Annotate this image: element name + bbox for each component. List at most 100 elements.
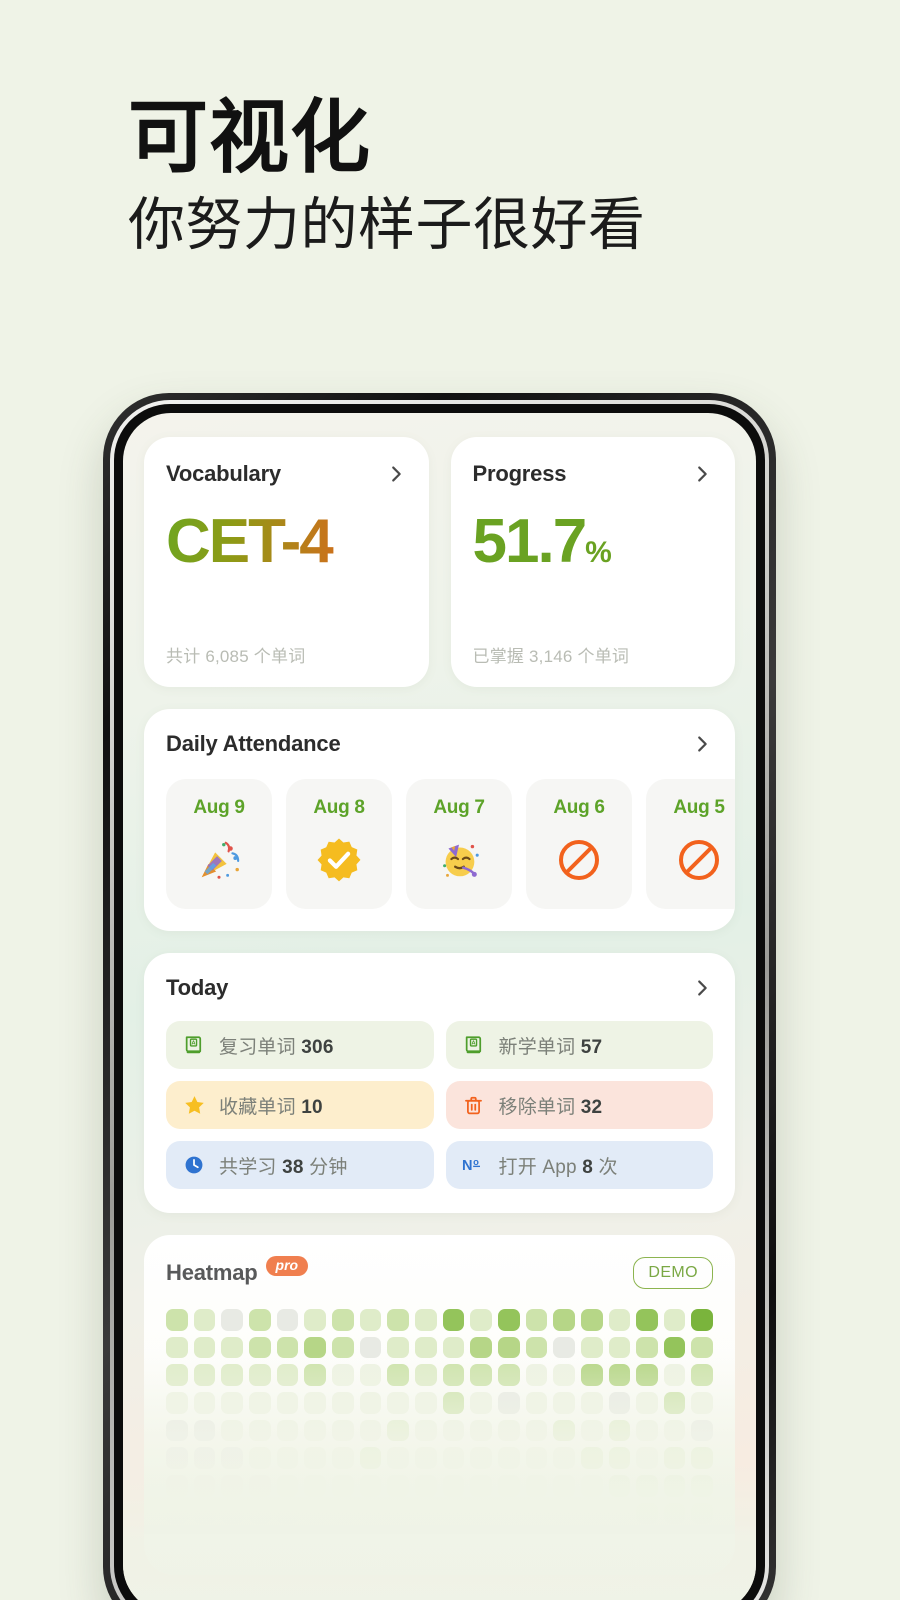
heatmap-cell xyxy=(442,1336,465,1359)
heatmap-cell xyxy=(470,1502,492,1525)
chevron-right-icon[interactable] xyxy=(385,463,407,485)
heatmap-cell xyxy=(553,1419,575,1442)
heatmap-cell xyxy=(470,1336,492,1359)
heatmap-cell xyxy=(691,1391,714,1414)
demo-button[interactable]: DEMO xyxy=(633,1257,713,1289)
heatmap-cell xyxy=(580,1419,603,1442)
heatmap-cell xyxy=(248,1391,271,1414)
page-subtitle: 你努力的样子很好看 xyxy=(128,193,646,257)
heatmap-cell xyxy=(414,1419,437,1442)
daily-attendance-card[interactable]: Daily Attendance Aug 9 Aug 8 Aug 7 Aug 6 Aug… xyxy=(144,709,735,931)
attendance-day-4[interactable]: Aug 6 xyxy=(526,779,632,909)
heatmap-cell xyxy=(414,1391,437,1414)
heatmap-cell xyxy=(442,1502,465,1525)
green-book-icon: A xyxy=(462,1033,486,1057)
today-stat-text: 新学单词 57 xyxy=(498,1036,603,1058)
heatmap-cell xyxy=(608,1419,631,1442)
heatmap-cell xyxy=(414,1502,437,1525)
svg-text:A: A xyxy=(471,1040,476,1046)
heatmap-cell xyxy=(387,1419,409,1442)
heatmap-cell xyxy=(248,1502,271,1525)
heatmap-cell xyxy=(580,1447,603,1469)
heatmap-cell xyxy=(276,1336,299,1359)
today-stat-text: 收藏单词 10 xyxy=(219,1096,323,1118)
chevron-right-icon[interactable] xyxy=(691,733,713,755)
chevron-right-icon[interactable] xyxy=(691,463,713,485)
heatmap-cell xyxy=(166,1419,188,1442)
heatmap-cell xyxy=(580,1474,603,1497)
heatmap-cell xyxy=(636,1502,658,1525)
heatmap-grid xyxy=(166,1309,714,1525)
vocabulary-card-footnote: 共计 6,085 个单词 xyxy=(166,647,306,666)
attendance-day-2[interactable]: Aug 8 xyxy=(286,779,392,909)
heatmap-cell xyxy=(553,1309,575,1331)
heatmap-cell xyxy=(166,1309,188,1331)
progress-unit: % xyxy=(585,536,612,569)
heatmap-cell xyxy=(248,1364,271,1386)
heatmap-cell xyxy=(166,1391,188,1414)
heatmap-cell xyxy=(304,1391,326,1414)
attendance-day-1[interactable]: Aug 9 xyxy=(166,779,272,909)
attendance-day-list[interactable]: Aug 9 Aug 8 Aug 7 Aug 6 Aug 5 xyxy=(166,779,735,909)
heatmap-cell xyxy=(636,1391,658,1414)
heatmap-cell xyxy=(470,1309,492,1331)
heatmap-cell xyxy=(553,1502,575,1525)
progress-value-row: 51.7% xyxy=(473,511,714,573)
daily-attendance-title: Daily Attendance xyxy=(166,731,341,756)
heatmap-cell xyxy=(442,1447,465,1469)
attendance-day-5[interactable]: Aug 5 xyxy=(646,779,735,909)
heatmap-cell xyxy=(636,1309,658,1331)
heatmap-cell xyxy=(359,1391,382,1414)
attendance-day-label: Aug 6 xyxy=(553,797,605,818)
heatmap-cell xyxy=(497,1502,520,1525)
heatmap-cell xyxy=(442,1364,465,1386)
heatmap-cell xyxy=(387,1502,409,1525)
heatmap-cell xyxy=(221,1447,243,1469)
heatmap-cell xyxy=(221,1336,243,1359)
vocabulary-card[interactable]: Vocabulary CET-4 共计 6,085 个单词 xyxy=(144,437,429,687)
heatmap-cell xyxy=(442,1419,465,1442)
progress-card[interactable]: Progress 51.7% 已掌握 3,146 个单词 xyxy=(450,437,735,687)
heatmap-cell xyxy=(553,1474,575,1497)
heatmap-cell xyxy=(525,1364,548,1386)
heatmap-cell xyxy=(414,1364,437,1386)
heatmap-cell xyxy=(331,1364,354,1386)
heatmap-cell xyxy=(608,1447,631,1469)
heatmap-cell xyxy=(663,1391,686,1414)
svg-text:o: o xyxy=(473,1156,479,1167)
heatmap-cell xyxy=(608,1336,631,1359)
heatmap-cell xyxy=(387,1309,409,1331)
attendance-day-3[interactable]: Aug 7 xyxy=(406,779,512,909)
heatmap-cell xyxy=(525,1419,548,1442)
heatmap-cell xyxy=(636,1336,658,1359)
heatmap-cell xyxy=(166,1364,188,1386)
heatmap-card[interactable]: Heatmap pro DEMO xyxy=(144,1235,735,1575)
party-popper-icon xyxy=(194,835,244,885)
heatmap-cell xyxy=(525,1336,548,1359)
heatmap-cell xyxy=(553,1447,575,1469)
heatmap-cell xyxy=(331,1336,354,1359)
heatmap-cell xyxy=(470,1474,492,1497)
today-card[interactable]: Today A 复习单词 306 A 新学单词 57 收藏单词 10 移除单词 32 共学习… xyxy=(144,953,735,1213)
heatmap-cell xyxy=(497,1419,520,1442)
heatmap-cell xyxy=(248,1447,271,1469)
heatmap-cell xyxy=(248,1336,271,1359)
heatmap-cell xyxy=(497,1364,520,1386)
pro-badge: pro xyxy=(265,1256,309,1277)
heatmap-cell xyxy=(691,1474,714,1497)
heatmap-cell xyxy=(387,1474,409,1497)
heatmap-cell xyxy=(387,1391,409,1414)
heatmap-cell xyxy=(276,1391,299,1414)
heatmap-cell xyxy=(636,1474,658,1497)
heatmap-cell xyxy=(470,1447,492,1469)
today-stat-text: 复习单词 306 xyxy=(219,1036,334,1058)
heatmap-cell xyxy=(580,1309,603,1331)
heatmap-cell xyxy=(663,1474,686,1497)
svg-text:N: N xyxy=(462,1158,473,1174)
today-stat-item: 收藏单词 10 xyxy=(166,1081,434,1129)
heatmap-cell xyxy=(553,1364,575,1386)
chevron-right-icon[interactable] xyxy=(691,977,713,999)
heatmap-cell xyxy=(359,1309,382,1331)
heatmap-cell xyxy=(414,1336,437,1359)
green-book-icon: A xyxy=(182,1033,206,1057)
